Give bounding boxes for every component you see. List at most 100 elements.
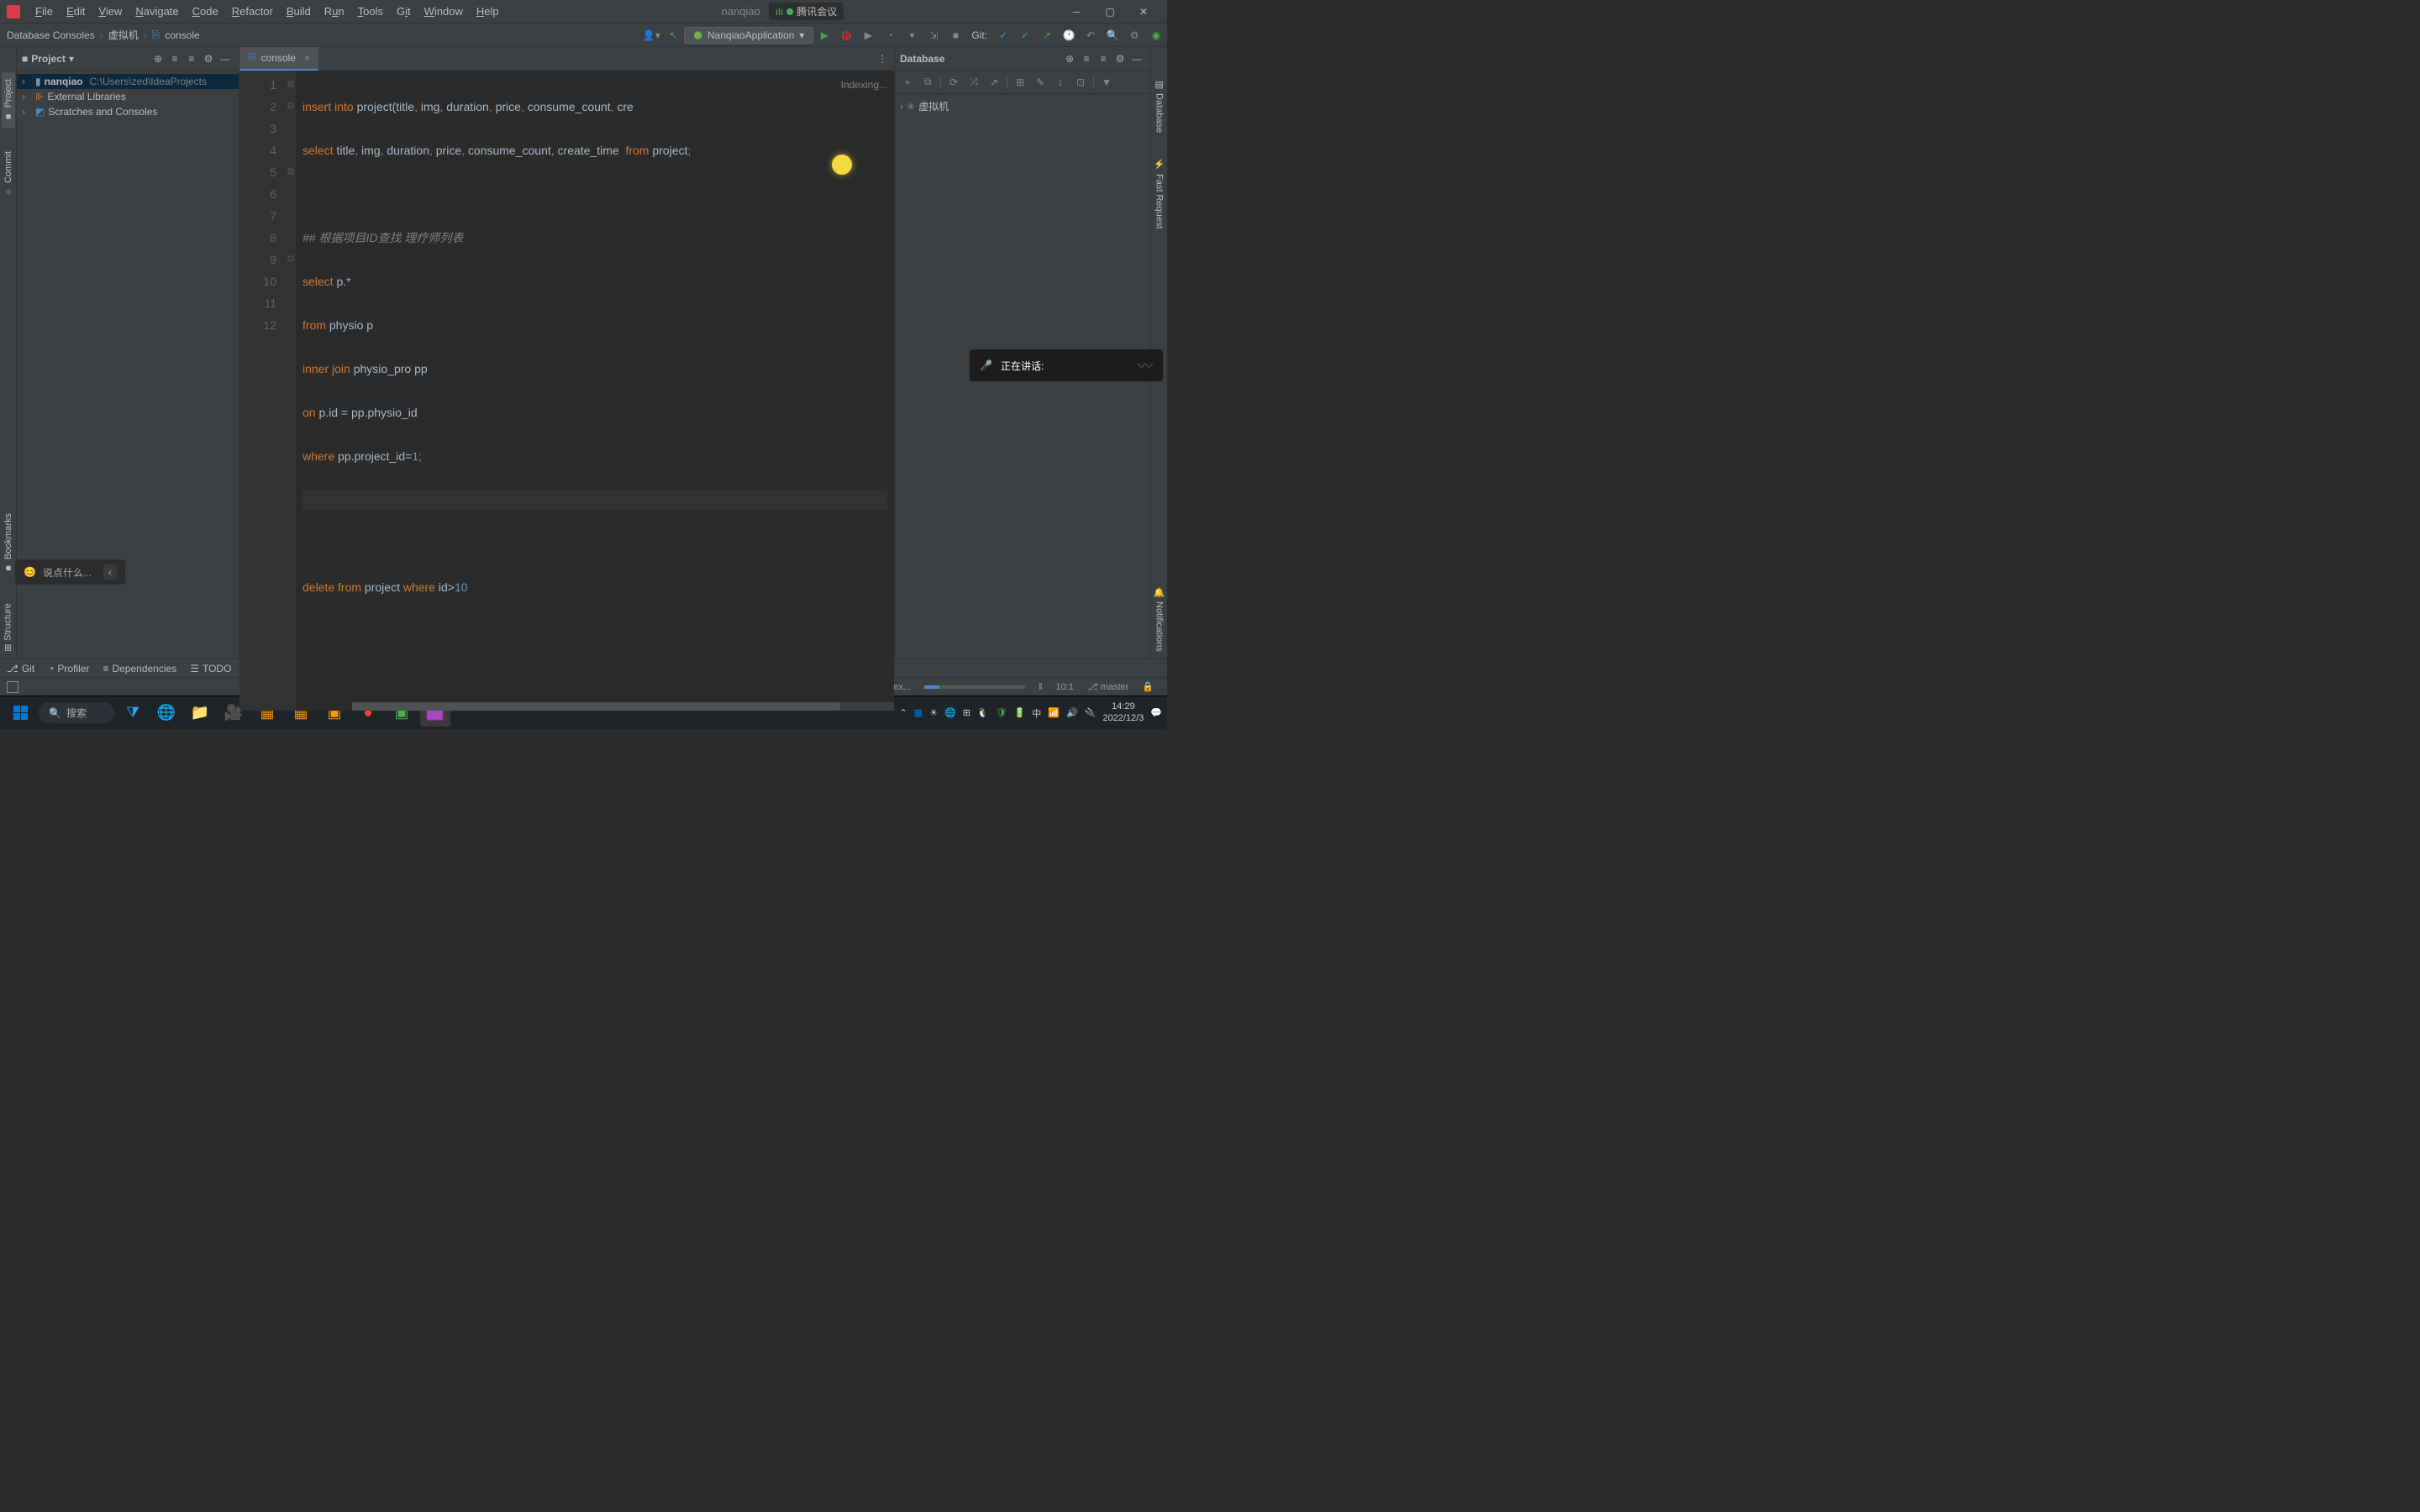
cursor-position[interactable]: 10:1 [1056,682,1074,692]
tab-todo[interactable]: ☰TODO [190,663,231,675]
tab-structure[interactable]: ⊞ Structure [1,596,15,659]
breadcrumb-item[interactable]: Database Consoles [7,29,95,41]
app-explorer[interactable]: 📁 [185,700,215,727]
menu-build[interactable]: Build [280,5,318,18]
plugin-button[interactable]: ◉ [1146,25,1166,45]
expand-icon[interactable]: ≡ [166,50,183,67]
start-button[interactable] [5,700,35,727]
menu-navigate[interactable]: Navigate [129,5,185,18]
hide-icon[interactable]: — [217,50,234,67]
progress-pause-icon[interactable]: ‖ [1039,682,1043,692]
close-tab-icon[interactable]: × [304,52,310,64]
chevron-down-icon[interactable]: ▾ [69,53,74,65]
tray-penguin-icon[interactable]: 🐧 [977,707,989,718]
run-config-selector[interactable]: ⬢ NanqiaoApplication ▾ [684,27,813,44]
tree-item-root[interactable]: › ▮ nanqiao C:\Users\zed\IdeaProjects [17,74,239,89]
breadcrumb-item[interactable]: console [165,29,199,41]
app-chrome[interactable]: 🌐 [151,700,182,727]
tray-clock[interactable]: 14:29 2022/12/3 [1102,701,1144,723]
collapse-chat-icon[interactable]: ‹ [103,564,117,580]
tab-fast-request[interactable]: ⚡ Fast Request [1152,152,1166,235]
target-icon[interactable]: ⊕ [150,50,166,67]
export-button[interactable]: ⊡ [1071,73,1090,92]
tray-ime[interactable]: 中 [1032,706,1041,720]
code-editor[interactable]: 1 2 3 4 5 6 7 8 9 10 11 12 ⊟⊟ ⊟ ⊡ insert… [239,71,894,711]
code-content[interactable]: insert into project(title, img, duration… [296,71,894,711]
tree-item-scratches[interactable]: › ◩ Scratches and Consoles [17,104,239,119]
horizontal-scrollbar[interactable] [352,702,894,711]
edit-button[interactable]: ✎ [1031,73,1050,92]
settings-button[interactable]: ⚙ [1124,25,1144,45]
tray-app-icon[interactable]: ▦ [914,707,923,718]
breadcrumb-item[interactable]: 虚拟机 [108,28,139,42]
hide-icon[interactable]: — [1128,50,1145,67]
duplicate-button[interactable]: ⧉ [918,73,937,92]
tray-battery-icon[interactable]: 🔋 [1014,707,1026,718]
table-button[interactable]: ⊞ [1011,73,1029,92]
coverage-button[interactable]: ▶ [858,25,878,45]
tray-power-icon[interactable]: 🔌 [1085,707,1097,718]
menu-git[interactable]: Git [390,5,418,18]
search-everywhere-button[interactable]: 🔍 [1102,25,1123,45]
debug-button[interactable]: 🐞 [836,25,856,45]
tray-globe-icon[interactable]: 🌐 [944,707,956,718]
jump-button[interactable]: ↗ [985,73,1003,92]
add-user-button[interactable]: 👤▾ [641,25,661,45]
taskbar-search[interactable]: 🔍 搜索 [39,702,114,723]
tab-profiler[interactable]: ◔Profiler [48,663,89,675]
tray-shield-icon[interactable]: 🛡 [996,707,1007,718]
tab-notifications[interactable]: 🔔 Notifications [1152,580,1166,659]
tray-volume-icon[interactable]: 🔊 [1066,707,1078,718]
more-run-button[interactable]: ▾ [902,25,922,45]
profile-button[interactable]: ◔ [880,25,900,45]
git-pull-button[interactable]: ✓ [993,25,1013,45]
editor-tab-console[interactable]: ⎘ console × [239,47,318,71]
refresh-button[interactable]: ⟳ [944,73,963,92]
filter-button[interactable]: ▼ [1097,73,1116,92]
voice-overlay[interactable]: 🎤 正在讲话: 〰 [970,349,1163,381]
tab-bookmarks[interactable]: ■ Bookmarks [2,507,15,580]
git-commit-button[interactable]: ✓ [1015,25,1035,45]
stop-sync-button[interactable]: ⤨ [965,73,983,92]
git-rollback-button[interactable]: ↶ [1081,25,1101,45]
attach-button[interactable]: ⇲ [923,25,944,45]
menu-window[interactable]: Window [418,5,470,18]
menu-help[interactable]: Help [470,5,506,18]
target-icon[interactable]: ⊕ [1061,50,1078,67]
tab-git[interactable]: ⎇Git [7,663,34,675]
chat-overlay[interactable]: 😊 说点什么... ‹ [15,559,125,585]
tray-notification-icon[interactable]: 💬 [1150,707,1162,718]
tab-commit[interactable]: ○ Commit [2,144,15,203]
meeting-badge[interactable]: ılı 腾讯会议 [769,3,844,20]
git-push-button[interactable]: ↗ [1037,25,1057,45]
tray-grid-icon[interactable]: ⊞ [963,707,971,718]
menu-tools[interactable]: Tools [351,5,390,18]
branch-indicator[interactable]: ⎇ master [1087,681,1128,692]
gear-icon[interactable]: ⚙ [1112,50,1128,67]
tree-item-external-libs[interactable]: › ⊪ External Libraries [17,89,239,104]
menu-view[interactable]: View [92,5,129,18]
menu-refactor[interactable]: Refactor [225,5,280,18]
menu-code[interactable]: Code [186,5,225,18]
menu-file[interactable]: File [29,5,60,18]
close-button[interactable]: ✕ [1127,2,1160,22]
tab-project[interactable]: ■ Project [2,72,15,128]
menu-run[interactable]: Run [318,5,351,18]
minimize-button[interactable]: ─ [1060,2,1093,22]
tray-chevron-icon[interactable]: ⌃ [899,707,907,718]
expand-icon[interactable]: ≡ [1078,50,1095,67]
app-vscode[interactable]: ⧩ [118,700,148,727]
lock-icon[interactable]: 🔒 [1142,681,1154,692]
tab-more-button[interactable]: ⋮ [871,53,894,65]
stop-button[interactable]: ■ [945,25,965,45]
tray-wifi-icon[interactable]: 📶 [1048,707,1060,718]
tool-window-toggle[interactable] [7,681,18,693]
collapse-icon[interactable]: ≡ [1095,50,1112,67]
back-button[interactable]: ↖ [663,25,683,45]
maximize-button[interactable]: ▢ [1093,2,1127,22]
menu-edit[interactable]: Edit [60,5,92,18]
tray-sun-icon[interactable]: ☀ [929,707,938,718]
collapse-icon[interactable]: ≡ [183,50,200,67]
db-tree-item[interactable]: › ✳ 虚拟机 [900,97,1145,115]
view-button[interactable]: ↕ [1051,73,1070,92]
